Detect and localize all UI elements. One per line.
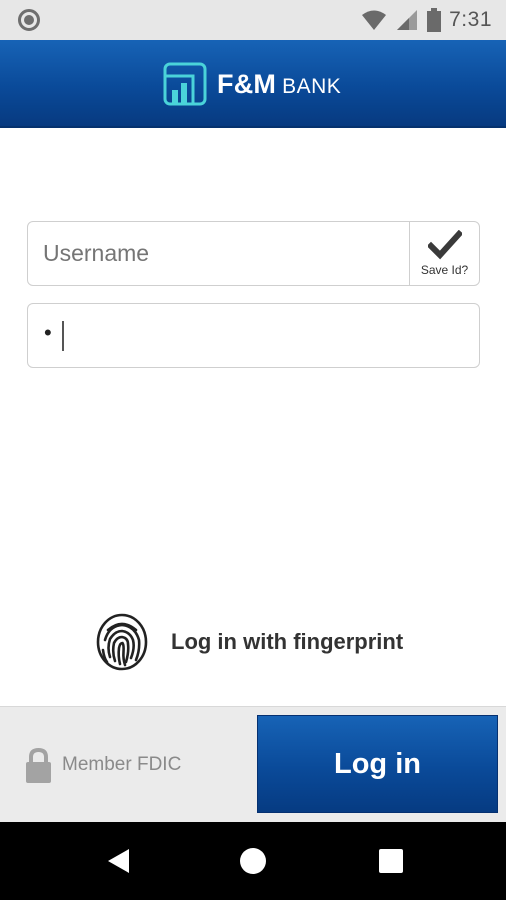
notification-circle-icon bbox=[18, 9, 40, 31]
system-navigation-bar bbox=[0, 822, 506, 900]
password-masked-value: • bbox=[44, 319, 52, 345]
wifi-icon bbox=[362, 10, 387, 30]
status-time: 7:31 bbox=[449, 8, 492, 31]
text-cursor bbox=[61, 320, 64, 351]
save-id-checkbox[interactable]: Save Id? bbox=[409, 222, 479, 285]
brand-main-text: F&M bbox=[217, 68, 277, 99]
fingerprint-login-button[interactable]: Log in with fingerprint bbox=[95, 612, 403, 672]
login-screen: 7:31 F&M BANK Save Id? • bbox=[0, 0, 506, 900]
username-container: Save Id? bbox=[27, 221, 480, 286]
fingerprint-icon bbox=[96, 613, 148, 671]
battery-icon bbox=[427, 8, 442, 32]
member-fdic: Member FDIC bbox=[25, 747, 181, 783]
signal-icon bbox=[397, 10, 418, 30]
recents-icon[interactable] bbox=[376, 846, 406, 876]
bottom-bar: Member FDIC Log in bbox=[0, 706, 506, 822]
member-fdic-label: Member FDIC bbox=[62, 754, 182, 775]
home-icon[interactable] bbox=[238, 846, 268, 876]
username-input[interactable] bbox=[28, 222, 409, 285]
fingerprint-label: Log in with fingerprint bbox=[171, 629, 404, 654]
save-id-label: Save Id? bbox=[420, 263, 469, 277]
app-header: F&M BANK bbox=[0, 40, 506, 128]
login-button[interactable]: Log in bbox=[257, 715, 498, 813]
bank-logo-icon bbox=[163, 62, 207, 106]
lock-icon bbox=[26, 747, 51, 783]
password-input[interactable]: • bbox=[27, 303, 480, 368]
brand-sub-text: BANK bbox=[282, 75, 342, 98]
checkmark-icon bbox=[427, 230, 462, 260]
status-bar: 7:31 bbox=[0, 0, 506, 40]
bank-logo: F&M BANK bbox=[163, 62, 341, 106]
status-icons: 7:31 bbox=[361, 6, 492, 34]
back-icon[interactable] bbox=[103, 846, 133, 876]
